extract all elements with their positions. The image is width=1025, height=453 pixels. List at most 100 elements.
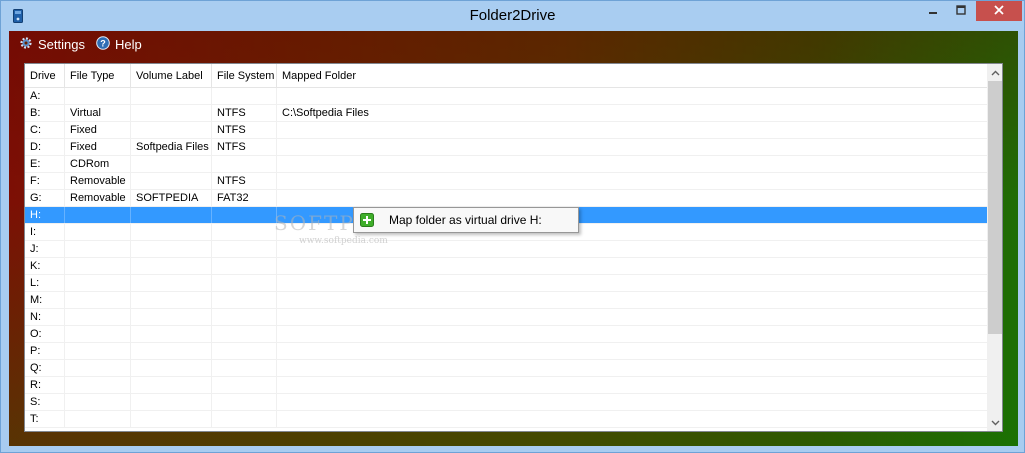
volume-label-cell [131, 411, 212, 427]
column-header-file-type[interactable]: File Type [65, 64, 131, 87]
scroll-down-button[interactable] [987, 414, 1002, 431]
file-system-cell [212, 394, 277, 410]
table-row[interactable]: T: [25, 411, 987, 428]
mapped-folder-cell [277, 88, 987, 104]
drive-cell: H: [25, 207, 65, 223]
drive-cell: K: [25, 258, 65, 274]
table-row[interactable]: N: [25, 309, 987, 326]
scroll-up-button[interactable] [987, 64, 1002, 81]
table-row[interactable]: P: [25, 343, 987, 360]
table-row[interactable]: M: [25, 292, 987, 309]
volume-label-cell: SOFTPEDIA [131, 190, 212, 206]
volume-label-cell [131, 394, 212, 410]
close-button[interactable] [976, 1, 1022, 21]
volume-label-cell [131, 360, 212, 376]
volume-label-cell: Softpedia Files [131, 139, 212, 155]
table-row[interactable]: L: [25, 275, 987, 292]
gear-icon [19, 36, 33, 53]
file-type-cell: Fixed [65, 122, 131, 138]
file-system-cell [212, 309, 277, 325]
mapped-folder-cell [277, 292, 987, 308]
drive-cell: E: [25, 156, 65, 172]
volume-label-cell [131, 309, 212, 325]
file-system-cell [212, 258, 277, 274]
file-type-cell: Removable [65, 190, 131, 206]
settings-menu[interactable]: Settings [19, 35, 85, 53]
green-plus-icon [360, 213, 374, 227]
file-system-cell [212, 377, 277, 393]
table-row[interactable]: E: CDRom [25, 156, 987, 173]
scroll-thumb[interactable] [988, 81, 1002, 334]
file-type-cell [65, 275, 131, 291]
file-system-cell [212, 275, 277, 291]
vertical-scrollbar[interactable] [987, 64, 1002, 431]
table-row[interactable]: D: Fixed Softpedia Files NTFS [25, 139, 987, 156]
drive-rows: A: B: Virtual NTFS C:\Softpedia Files C: Fix… [25, 88, 987, 428]
column-header-mapped-folder[interactable]: Mapped Folder [277, 64, 987, 87]
file-type-cell: Fixed [65, 139, 131, 155]
file-type-cell [65, 411, 131, 427]
table-row[interactable]: S: [25, 394, 987, 411]
file-system-cell [212, 343, 277, 359]
file-type-cell [65, 360, 131, 376]
mapped-folder-cell [277, 156, 987, 172]
svg-text:?: ? [100, 38, 106, 48]
map-folder-label: Map folder as virtual drive H: [389, 213, 542, 227]
watermark-url: www.softpedia.com [299, 236, 388, 246]
mapped-folder-cell [277, 258, 987, 274]
list-header: Drive File Type Volume Label File System… [25, 64, 987, 88]
file-system-cell: NTFS [212, 122, 277, 138]
chevron-up-icon [991, 67, 1000, 79]
drive-cell: Q: [25, 360, 65, 376]
mapped-folder-cell [277, 343, 987, 359]
table-row[interactable]: F: Removable NTFS [25, 173, 987, 190]
table-row[interactable]: A: [25, 88, 987, 105]
volume-label-cell [131, 275, 212, 291]
volume-label-cell [131, 326, 212, 342]
drive-cell: I: [25, 224, 65, 240]
file-system-cell: NTFS [212, 173, 277, 189]
file-type-cell [65, 241, 131, 257]
help-label: Help [115, 36, 142, 52]
column-header-volume-label[interactable]: Volume Label [131, 64, 212, 87]
column-header-drive[interactable]: Drive [25, 64, 65, 87]
table-row[interactable]: B: Virtual NTFS C:\Softpedia Files [25, 105, 987, 122]
column-header-file-system[interactable]: File System [212, 64, 277, 87]
table-row[interactable]: G: Removable SOFTPEDIA FAT32 [25, 190, 987, 207]
table-row[interactable]: J: [25, 241, 987, 258]
drive-cell: B: [25, 105, 65, 121]
mapped-folder-cell [277, 173, 987, 189]
file-type-cell [65, 377, 131, 393]
help-menu[interactable]: ? Help [96, 35, 142, 53]
mapped-folder-cell [277, 411, 987, 427]
file-system-cell [212, 224, 277, 240]
file-type-cell [65, 207, 131, 223]
maximize-button[interactable] [947, 1, 975, 21]
table-row[interactable]: K: [25, 258, 987, 275]
table-row[interactable]: O: [25, 326, 987, 343]
close-icon [994, 4, 1004, 18]
file-type-cell [65, 88, 131, 104]
drive-cell: N: [25, 309, 65, 325]
table-row[interactable]: R: [25, 377, 987, 394]
table-row[interactable]: Q: [25, 360, 987, 377]
file-type-cell [65, 258, 131, 274]
minimize-button[interactable] [919, 1, 947, 21]
mapped-folder-cell [277, 122, 987, 138]
title-bar[interactable]: Folder2Drive [1, 1, 1024, 31]
file-type-cell [65, 343, 131, 359]
file-type-cell [65, 394, 131, 410]
drive-cell: O: [25, 326, 65, 342]
volume-label-cell [131, 292, 212, 308]
minimize-icon [928, 5, 938, 18]
file-system-cell [212, 292, 277, 308]
table-row[interactable]: C: Fixed NTFS [25, 122, 987, 139]
help-icon: ? [96, 35, 110, 53]
maximize-icon [956, 4, 966, 18]
client-area: Settings ? Help Drive File Type Volume L… [9, 31, 1018, 446]
drives-list[interactable]: Drive File Type Volume Label File System… [24, 63, 1003, 432]
file-system-cell [212, 207, 277, 223]
map-folder-menu-item[interactable]: Map folder as virtual drive H: [356, 210, 576, 230]
mapped-folder-cell [277, 309, 987, 325]
volume-label-cell [131, 88, 212, 104]
